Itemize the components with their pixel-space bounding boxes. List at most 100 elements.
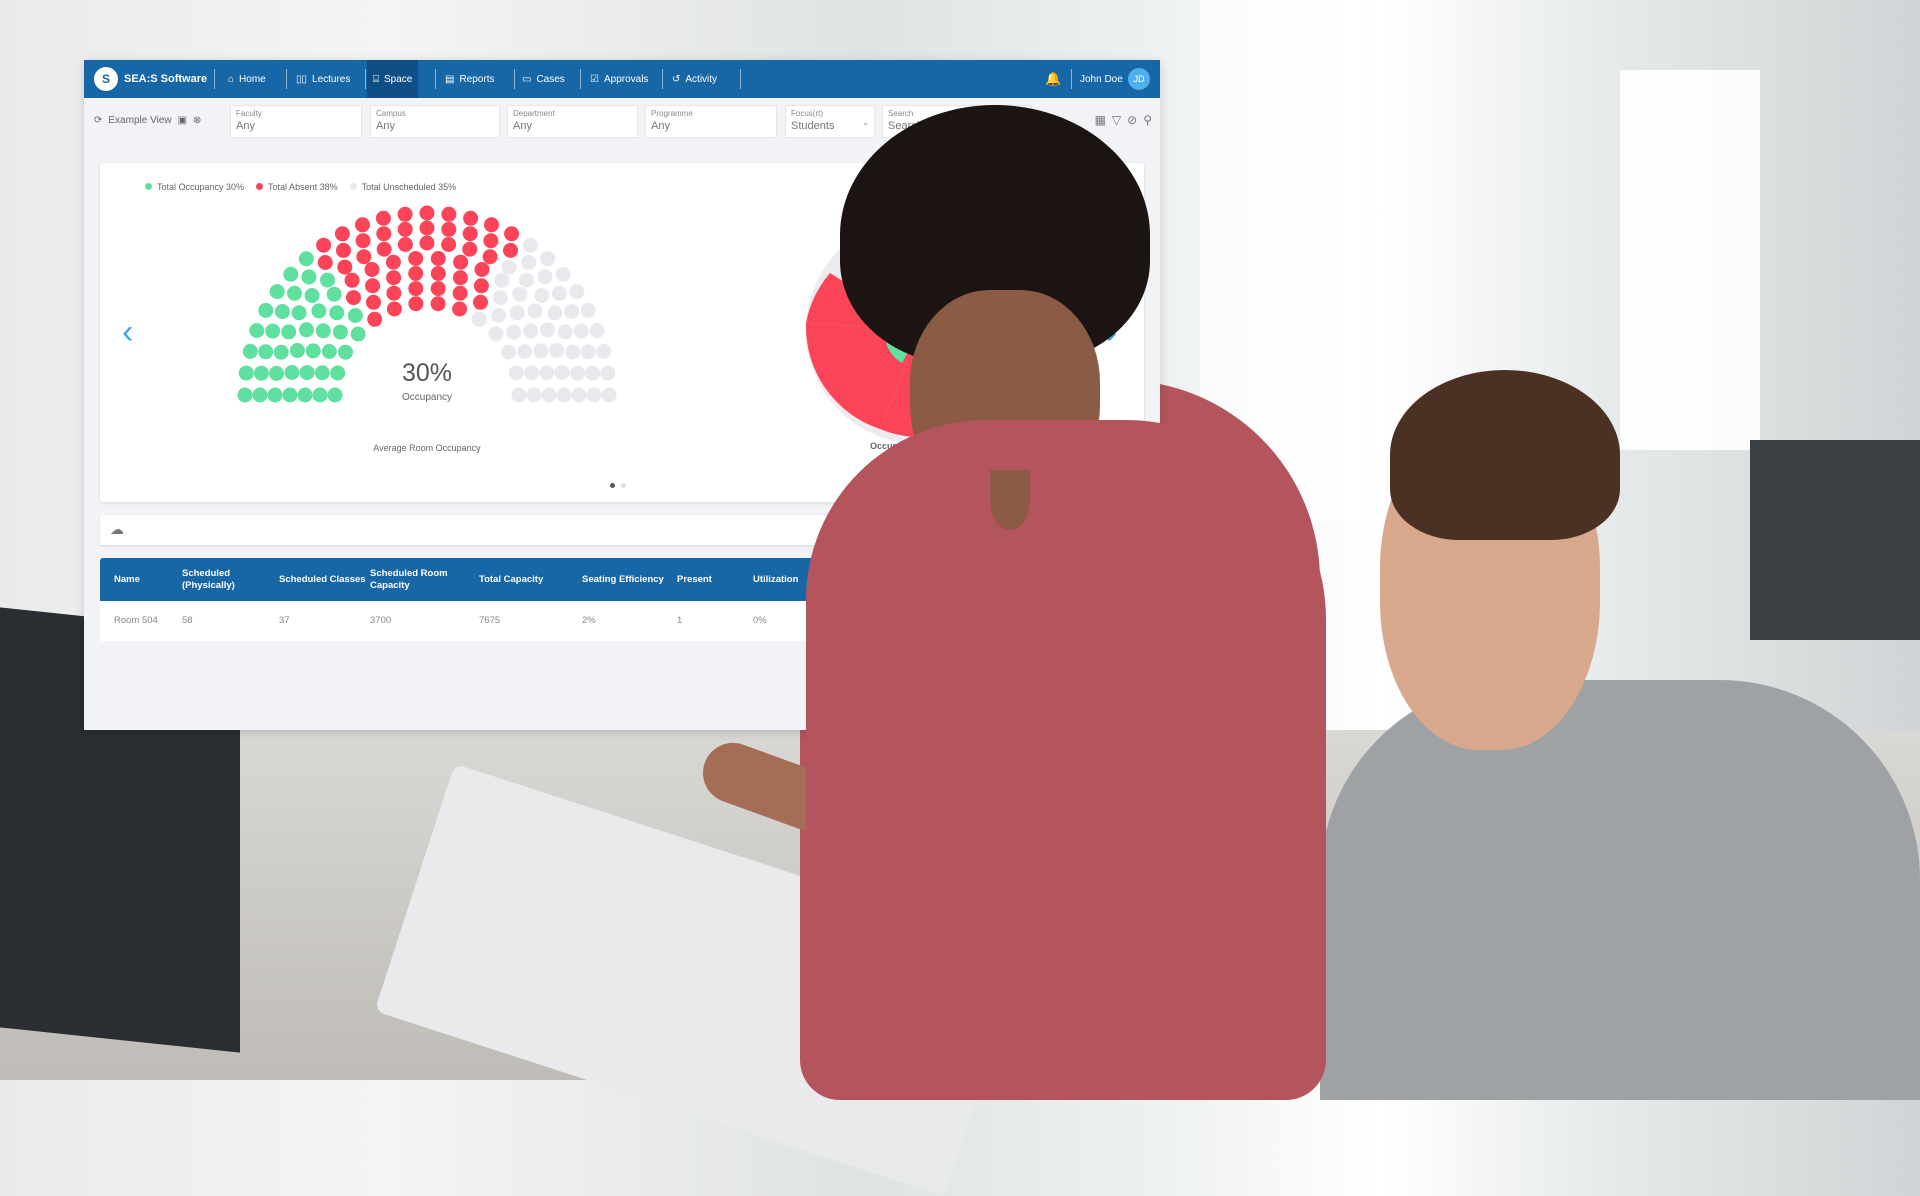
seat-dot-unscheduled bbox=[534, 288, 550, 303]
focus-select[interactable]: Focus(rt) Students ⌄ bbox=[785, 105, 875, 138]
seat-dot-occupied bbox=[304, 288, 320, 303]
seat-dot-occupied bbox=[289, 343, 305, 358]
nav-space[interactable]: ⌸ Space bbox=[367, 60, 419, 98]
column-header[interactable]: Scheduled (Physically) bbox=[182, 568, 272, 592]
seat-dot-absent bbox=[408, 296, 424, 312]
seat-dot-occupied bbox=[326, 286, 342, 302]
grid-icon[interactable]: ▦ bbox=[1095, 113, 1106, 127]
seat-dot-absent bbox=[441, 206, 457, 222]
seat-dot-absent bbox=[452, 301, 468, 317]
programme-filter[interactable]: Programme Any bbox=[645, 105, 777, 138]
next-arrow[interactable]: › bbox=[1106, 313, 1117, 352]
cloud-sync-icon[interactable]: ☁ bbox=[110, 521, 124, 538]
seat-dot-unscheduled bbox=[501, 259, 517, 275]
seat-dot-occupied bbox=[314, 365, 330, 381]
seat-dot-absent bbox=[376, 226, 392, 242]
seat-dot-absent bbox=[386, 270, 402, 286]
carousel-dot-2[interactable] bbox=[621, 483, 626, 488]
logo-icon: S bbox=[94, 67, 118, 91]
seat-dot-unscheduled bbox=[589, 323, 605, 338]
seat-dot-absent bbox=[397, 206, 413, 222]
seat-dot-absent bbox=[365, 278, 381, 294]
block-icon[interactable]: ⊘ bbox=[1127, 113, 1137, 127]
seat-dot-unscheduled bbox=[600, 365, 616, 381]
seat-dot-absent bbox=[441, 237, 457, 252]
previous-arrow[interactable]: ‹ bbox=[122, 313, 133, 352]
seat-dot-unscheduled bbox=[571, 387, 587, 403]
seat-dot-absent bbox=[334, 226, 350, 242]
column-header[interactable]: Scheduled Classes bbox=[279, 574, 369, 586]
campus-filter[interactable]: Campus Any bbox=[370, 105, 500, 138]
seat-dot-occupied bbox=[297, 387, 313, 403]
seat-dot-absent bbox=[462, 241, 478, 257]
seat-dot-absent bbox=[452, 285, 468, 301]
seat-dot-occupied bbox=[298, 251, 314, 267]
save-view-icon[interactable]: ▣ bbox=[178, 115, 187, 126]
seat-dot-absent bbox=[346, 290, 361, 306]
seat-dot-occupied bbox=[338, 344, 353, 360]
seat-dot-unscheduled bbox=[564, 304, 580, 319]
seat-dot-absent bbox=[419, 205, 435, 221]
report-icon: ▤ bbox=[445, 73, 455, 85]
table-row[interactable]: Room 504 58 37 3700 7675 2% 1 0% bbox=[100, 601, 1144, 641]
nav-activity[interactable]: ↺ Activity bbox=[666, 60, 723, 98]
table-header: Name Scheduled (Physically) Scheduled Clas… bbox=[100, 558, 1144, 601]
seat-dot-unscheduled bbox=[570, 365, 585, 381]
column-header[interactable]: Utilization bbox=[753, 574, 843, 586]
user-menu[interactable]: John Doe bbox=[1074, 60, 1129, 98]
column-header[interactable]: Scheduled Room Capacity bbox=[370, 568, 460, 592]
seat-dot-unscheduled bbox=[596, 343, 612, 359]
folder-icon: ▭ bbox=[522, 73, 532, 85]
notifications-button[interactable]: 🔔 bbox=[1039, 60, 1067, 98]
carousel-dots bbox=[610, 483, 626, 488]
home-icon: ⌂ bbox=[228, 73, 235, 85]
seat-dot-occupied bbox=[269, 284, 285, 300]
view-name[interactable]: Example View bbox=[108, 115, 171, 126]
view-icon[interactable]: ⟳ bbox=[94, 115, 102, 126]
filter-settings-icon[interactable]: ⚲ bbox=[1143, 113, 1152, 127]
seat-dot-unscheduled bbox=[501, 344, 516, 360]
seat-dot-absent bbox=[397, 237, 413, 252]
seat-dot-absent bbox=[364, 262, 380, 277]
table-cell: 37 bbox=[279, 615, 290, 626]
seat-dot-occupied bbox=[265, 323, 281, 339]
seat-dot-occupied bbox=[327, 387, 343, 403]
column-header[interactable]: Seating Efficiency bbox=[582, 574, 672, 586]
seat-dot-unscheduled bbox=[511, 387, 527, 403]
seat-dot-occupied bbox=[281, 324, 297, 340]
pie-chart bbox=[805, 216, 1034, 444]
sync-bar: ☁ bbox=[100, 515, 1144, 545]
history-icon: ↺ bbox=[672, 73, 681, 85]
seat-dot-unscheduled bbox=[494, 272, 510, 288]
column-header[interactable]: Total Capacity bbox=[479, 574, 569, 586]
department-filter[interactable]: Department Any bbox=[507, 105, 638, 138]
seat-dot-unscheduled bbox=[537, 269, 553, 285]
faculty-filter[interactable]: Faculty Any bbox=[230, 105, 362, 138]
nav-home[interactable]: ⌂ Home bbox=[222, 60, 272, 98]
seat-dot-unscheduled bbox=[527, 303, 543, 319]
seat-dot-absent bbox=[316, 237, 332, 253]
avatar[interactable]: JD bbox=[1128, 68, 1150, 90]
seat-dot-occupied bbox=[274, 304, 290, 319]
seat-dot-unscheduled bbox=[569, 284, 585, 300]
search-field[interactable]: Search Search bbox=[882, 105, 1032, 138]
clear-view-icon[interactable]: ⊗ bbox=[193, 115, 201, 126]
seat-dot-absent bbox=[355, 233, 371, 249]
nav-reports[interactable]: ▤ Reports bbox=[439, 60, 500, 98]
seat-dot-occupied bbox=[312, 387, 328, 403]
seat-dot-absent bbox=[397, 221, 413, 237]
bell-icon: 🔔 bbox=[1045, 71, 1062, 86]
nav-lectures[interactable]: ▯▯ Lectures bbox=[290, 60, 356, 98]
table-cell: Room 504 bbox=[114, 615, 158, 626]
nav-cases[interactable]: ▭ Cases bbox=[516, 60, 571, 98]
book-icon: ▯▯ bbox=[296, 73, 308, 85]
seat-dot-absent bbox=[503, 242, 518, 258]
nav-approvals[interactable]: ☑ Approvals bbox=[584, 60, 654, 98]
seat-dot-occupied bbox=[320, 272, 335, 288]
filter-icon[interactable]: ▽ bbox=[1112, 113, 1121, 127]
seat-dot-occupied bbox=[330, 365, 346, 381]
carousel-dot-1[interactable] bbox=[610, 483, 615, 488]
seat-dot-occupied bbox=[238, 365, 254, 381]
seat-dot-occupied bbox=[332, 324, 348, 340]
brand-logo[interactable]: S SEA:S Software bbox=[94, 67, 207, 91]
